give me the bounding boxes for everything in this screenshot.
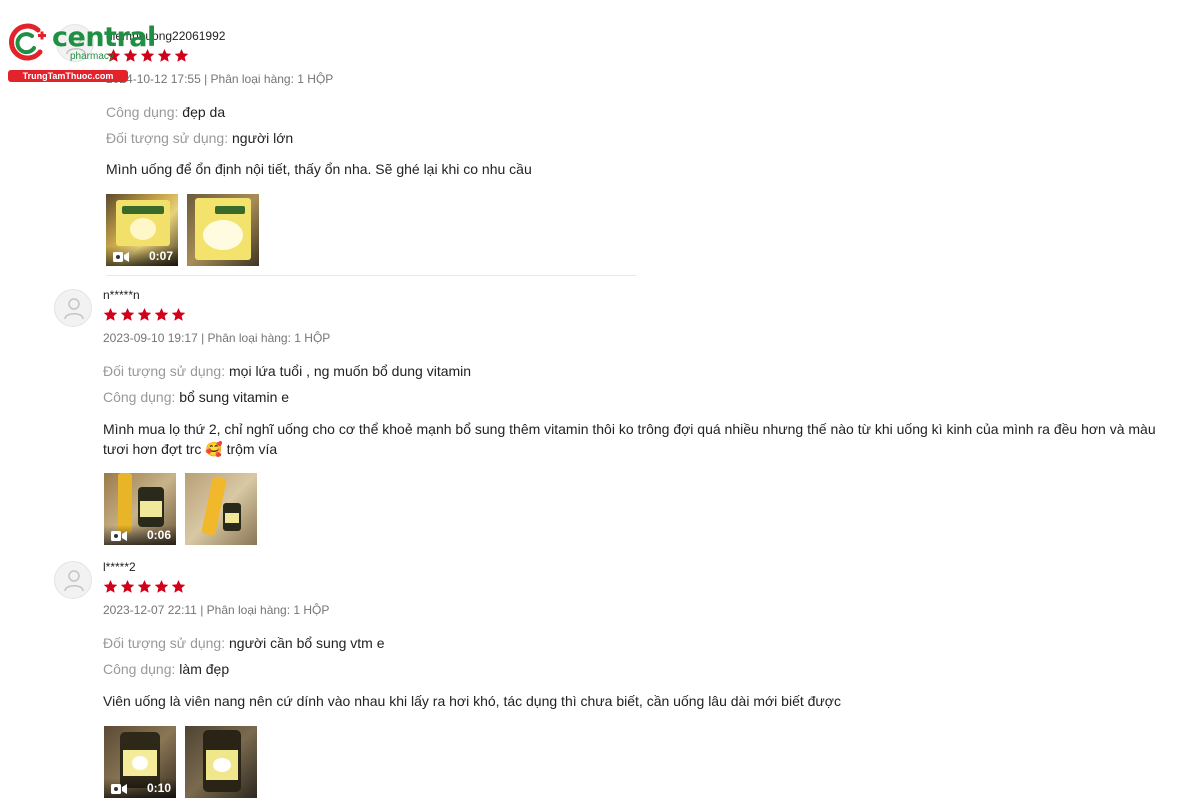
review-meta: 2023-09-10 19:17 | Phân loại hàng: 1 HỘP bbox=[103, 331, 331, 345]
attribute-value: người lớn bbox=[232, 130, 294, 146]
attribute-key: Công dụng: bbox=[103, 389, 176, 405]
star-icon bbox=[154, 579, 169, 593]
star-icon bbox=[120, 579, 135, 593]
user-placeholder-icon bbox=[64, 570, 84, 592]
attribute-value: người cần bổ sung vtm e bbox=[229, 635, 385, 651]
avatar[interactable] bbox=[54, 561, 92, 599]
logo-site-banner: TrungTamThuoc.com bbox=[8, 70, 128, 82]
reviewer-username: n*****n bbox=[103, 288, 140, 302]
video-camera-icon bbox=[113, 252, 129, 262]
bottle-graphic bbox=[223, 503, 241, 531]
attribute-key: Công dụng: bbox=[106, 104, 179, 120]
logo-subtitle: pharmacy bbox=[70, 51, 114, 62]
attribute-key: Đối tượng sử dụng: bbox=[103, 635, 226, 651]
star-icon bbox=[171, 579, 186, 593]
star-icon bbox=[174, 48, 189, 62]
star-icon bbox=[171, 307, 186, 321]
review-comment: Viên uống là viên nang nên cứ dính vào n… bbox=[103, 693, 841, 709]
review-video-thumbnail[interactable]: 0:07 bbox=[106, 194, 178, 266]
star-icon bbox=[157, 48, 172, 62]
review-attribute: Đối tượng sử dụng: người cần bổ sung vtm… bbox=[103, 634, 385, 652]
central-pharmacy-logo: central pharmacy TrungTamThuoc.com bbox=[6, 22, 156, 82]
star-icon bbox=[103, 579, 118, 593]
star-icon bbox=[154, 307, 169, 321]
review-meta: 2023-12-07 22:11 | Phân loại hàng: 1 HỘP bbox=[103, 603, 330, 617]
logo-name: central bbox=[52, 22, 156, 53]
review-comment: Mình uống để ổn định nội tiết, thấy ổn n… bbox=[106, 161, 532, 177]
review-image-thumbnail[interactable] bbox=[185, 726, 257, 798]
review-divider bbox=[106, 275, 636, 276]
star-icon bbox=[137, 307, 152, 321]
product-box-graphic bbox=[195, 198, 251, 260]
star-icon bbox=[120, 307, 135, 321]
avatar[interactable] bbox=[54, 289, 92, 327]
star-icon bbox=[103, 307, 118, 321]
review-attribute: Đối tượng sử dụng: mọi lứa tuổi , ng muố… bbox=[103, 362, 471, 380]
attribute-key: Đối tượng sử dụng: bbox=[106, 130, 229, 146]
review-image-thumbnail[interactable] bbox=[185, 473, 257, 545]
product-box-graphic bbox=[116, 200, 170, 246]
capsule-strip-graphic bbox=[118, 473, 132, 533]
attribute-value: đẹp da bbox=[182, 104, 226, 120]
rating-stars bbox=[103, 579, 186, 595]
attribute-value: làm đẹp bbox=[179, 661, 230, 677]
attribute-value: bổ sung vitamin e bbox=[179, 389, 290, 405]
attribute-key: Đối tượng sử dụng: bbox=[103, 363, 226, 379]
bottle-graphic bbox=[138, 487, 164, 527]
video-duration: 0:06 bbox=[146, 528, 171, 542]
star-icon bbox=[137, 579, 152, 593]
review-attribute: Công dụng: bổ sung vitamin e bbox=[103, 388, 289, 406]
review-attribute: Công dụng: đẹp da bbox=[106, 103, 225, 121]
review-comment: Mình mua lọ thứ 2, chỉ nghĩ uống cho cơ … bbox=[103, 421, 1156, 457]
video-camera-icon bbox=[111, 531, 127, 541]
review-video-thumbnail[interactable]: 0:06 bbox=[104, 473, 176, 545]
review-image-thumbnail[interactable] bbox=[187, 194, 259, 266]
bottle-graphic bbox=[203, 730, 241, 792]
reviewer-username: l*****2 bbox=[103, 560, 136, 574]
review-attribute: Công dụng: làm đẹp bbox=[103, 660, 229, 678]
review-video-thumbnail[interactable]: 0:10 bbox=[104, 726, 176, 798]
attribute-value: mọi lứa tuổi , ng muốn bổ dung vitamin bbox=[229, 363, 472, 379]
review-attribute: Đối tượng sử dụng: người lớn bbox=[106, 129, 293, 147]
video-camera-icon bbox=[111, 784, 127, 794]
video-duration: 0:10 bbox=[146, 781, 171, 795]
review-meta: 2024-10-12 17:55 | Phân loại hàng: 1 HỘP bbox=[106, 72, 334, 86]
logo-mark-icon bbox=[8, 23, 46, 61]
video-duration: 0:07 bbox=[148, 249, 173, 263]
rating-stars bbox=[103, 307, 186, 323]
user-placeholder-icon bbox=[64, 298, 84, 320]
attribute-key: Công dụng: bbox=[103, 661, 176, 677]
